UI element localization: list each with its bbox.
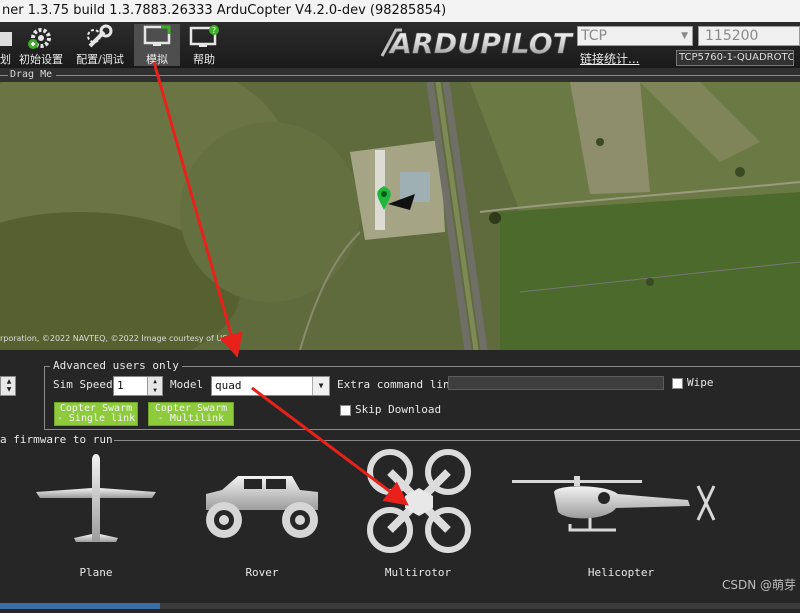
drag-handle-row[interactable]: Drag Me bbox=[0, 68, 800, 82]
vehicle-rover[interactable]: Rover bbox=[196, 446, 328, 586]
sim-speed-stepper[interactable]: 1 ▲ ▼ bbox=[113, 376, 163, 396]
spin-up-icon: ▲ bbox=[6, 378, 12, 385]
drag-me-label: Drag Me bbox=[10, 69, 53, 80]
skip-download-checkbox[interactable] bbox=[340, 405, 351, 416]
rover-icon bbox=[206, 476, 318, 538]
toolbar-label-initial-setup: 初始设置 bbox=[19, 53, 63, 66]
toolbar-button-flight-data[interactable]: 划 bbox=[0, 24, 14, 66]
toolbar-label-help: 帮助 bbox=[193, 53, 215, 66]
baud-rate-value: 115200 bbox=[705, 28, 759, 44]
vehicle-label-rover: Rover bbox=[245, 566, 279, 579]
extra-command-line-label: Extra command line bbox=[337, 378, 457, 391]
multirotor-icon bbox=[367, 449, 471, 553]
toolbar-button-simulation[interactable]: 模拟 bbox=[134, 24, 180, 66]
simulation-monitor-icon bbox=[143, 25, 171, 46]
helicopter-icon bbox=[512, 476, 716, 532]
bottom-status-strip bbox=[0, 594, 800, 609]
vehicle-plane[interactable]: Plane bbox=[30, 446, 162, 586]
connection-type-select[interactable]: TCP ▼ bbox=[577, 26, 693, 46]
plane-icon bbox=[36, 454, 156, 542]
flight-data-icon bbox=[0, 32, 12, 46]
gear-icon bbox=[28, 28, 51, 49]
vehicle-port-value: TCP5760-1-QUADROTOR bbox=[679, 52, 794, 63]
help-monitor-icon: ? bbox=[189, 25, 219, 47]
vehicle-multirotor[interactable]: Multirotor bbox=[356, 446, 480, 586]
sim-speed-label: Sim Speed bbox=[53, 378, 113, 391]
wipe-label: Wipe bbox=[687, 376, 714, 389]
chevron-down-icon: ▼ bbox=[681, 31, 688, 41]
copter-swarm-single-link-button[interactable]: Copter Swarm - Single link bbox=[54, 402, 138, 426]
spin-up-icon[interactable]: ▲ bbox=[147, 377, 162, 386]
firmware-section-header: a firmware to run bbox=[0, 433, 800, 447]
svg-text:ARDUPILOT: ARDUPILOT bbox=[388, 27, 574, 58]
toolbar-label-flight-data: 划 bbox=[0, 53, 11, 66]
spin-down-icon[interactable]: ▼ bbox=[147, 386, 162, 395]
wrench-icon bbox=[87, 24, 113, 48]
window-title: ner 1.3.75 build 1.3.7883.26333 ArduCopt… bbox=[2, 3, 447, 18]
vehicle-label-multirotor: Multirotor bbox=[384, 566, 452, 579]
ardupilot-logo: ARDUPILOT bbox=[380, 26, 576, 60]
toolbar-button-config-tuning[interactable]: 配置/调试 bbox=[70, 24, 130, 66]
toolbar-button-help[interactable]: ? 帮助 bbox=[182, 24, 226, 66]
model-label: Model bbox=[170, 378, 204, 391]
satellite-map-image bbox=[0, 82, 800, 350]
csdn-watermark: CSDN @萌芽 bbox=[722, 578, 797, 592]
svg-text:?: ? bbox=[212, 26, 216, 35]
vehicle-label-plane: Plane bbox=[79, 566, 113, 579]
firmware-section-label: a firmware to run bbox=[0, 433, 113, 446]
connection-type-value: TCP bbox=[581, 28, 607, 44]
extra-command-line-input[interactable] bbox=[448, 376, 664, 390]
ardupilot-logo-graphic: ARDUPILOT bbox=[380, 27, 574, 60]
model-select[interactable]: quad ▼ bbox=[211, 376, 330, 396]
spin-down-icon: ▼ bbox=[6, 386, 12, 393]
title-bar: ner 1.3.75 build 1.3.7883.26333 ArduCopt… bbox=[0, 0, 800, 22]
vehicle-label-helicopter: Helicopter bbox=[587, 566, 655, 579]
model-value: quad bbox=[215, 379, 242, 392]
map-attribution: rporation, ©2022 NAVTEQ, ©2022 Image cou… bbox=[0, 334, 239, 343]
vehicle-port-select[interactable]: TCP5760-1-QUADROTOR bbox=[676, 50, 794, 66]
link-stats-link[interactable]: 链接统计... bbox=[580, 50, 639, 67]
copter-swarm-multilink-button[interactable]: Copter Swarm - Multilink bbox=[148, 402, 234, 426]
wipe-checkbox[interactable] bbox=[672, 378, 683, 389]
baud-rate-select[interactable]: 115200 bbox=[698, 26, 800, 46]
chevron-down-icon: ▼ bbox=[312, 377, 329, 395]
vehicle-helicopter[interactable]: Helicopter bbox=[508, 446, 734, 586]
toolbar-label-simulation: 模拟 bbox=[146, 53, 168, 66]
toolbar-button-initial-setup[interactable]: 初始设置 bbox=[14, 24, 68, 66]
sim-speed-value: 1 bbox=[117, 379, 124, 392]
toolbar-label-config-tuning: 配置/调试 bbox=[76, 53, 124, 66]
skip-download-label: Skip Download bbox=[355, 403, 442, 416]
left-spinner[interactable]: ▲ ▼ bbox=[0, 376, 16, 396]
satellite-map[interactable] bbox=[0, 82, 800, 350]
advanced-users-title: Advanced users only bbox=[50, 359, 182, 372]
